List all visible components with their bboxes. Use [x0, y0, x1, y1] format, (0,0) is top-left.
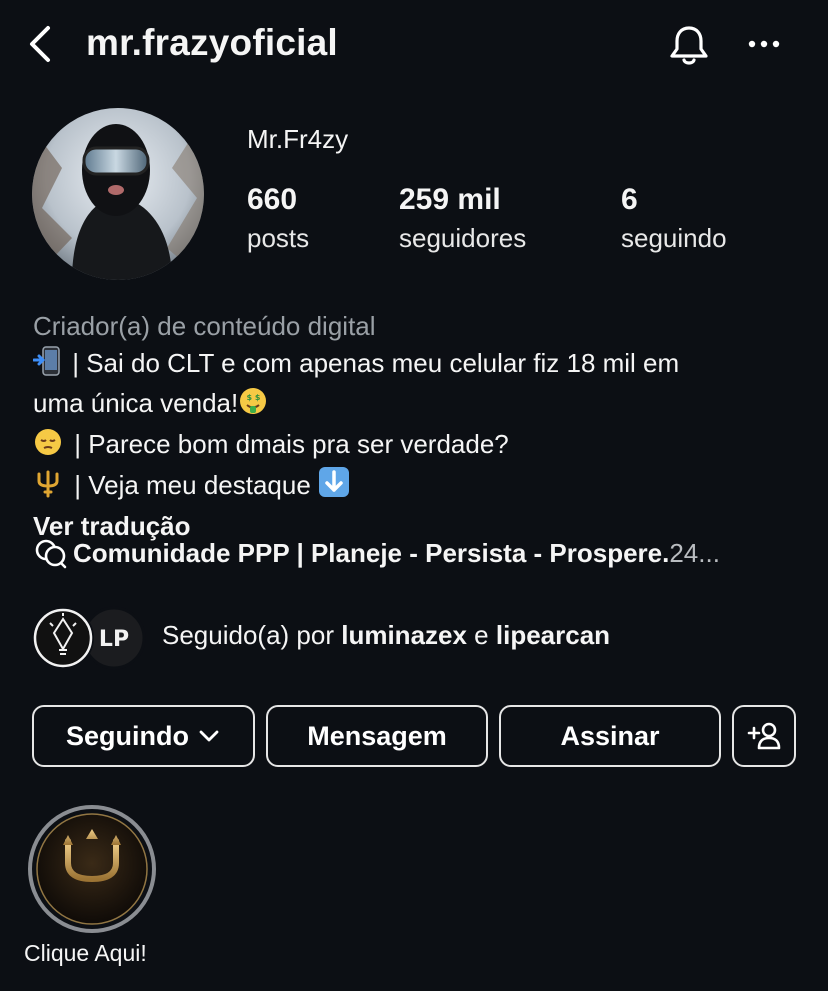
profile-avatar[interactable]: [32, 108, 204, 280]
bio-line-2: uma única venda! $ $: [33, 385, 803, 426]
mutual-avatars-graphic: LP: [32, 606, 146, 670]
phone-arrow-emoji-icon: [32, 345, 61, 386]
bio-line-1: | Sai do CLT e com apenas meu celular fi…: [32, 345, 803, 386]
following-button[interactable]: Seguindo: [32, 705, 255, 767]
profile-username: mr.frazyoficial: [86, 22, 338, 63]
bio: Criador(a) de conteúdo digital | Sai do …: [32, 308, 803, 544]
stat-label: posts: [247, 223, 310, 253]
stat-label: seguidores: [399, 223, 527, 253]
subscribe-button[interactable]: Assinar: [499, 705, 721, 767]
followed-by-text[interactable]: Seguido(a) por luminazex e lipearcan: [162, 620, 610, 651]
story-highlight[interactable]: [28, 805, 156, 933]
stat-value: 660: [247, 183, 298, 216]
stat-value: 259 mil: [399, 183, 501, 216]
bio-line-3: | Parece bom dmais pra ser verdade?: [33, 426, 803, 467]
stat-posts[interactable]: 660 posts: [247, 182, 309, 258]
down-arrow-emoji-icon: [318, 466, 350, 508]
profile-category: Criador(a) de conteúdo digital: [33, 311, 376, 341]
pensive-face-emoji-icon: [33, 427, 63, 467]
add-user-icon: [747, 722, 781, 750]
display-name: Mr.Fr4zy: [247, 124, 349, 154]
more-options-button[interactable]: [744, 22, 784, 66]
money-mouth-emoji-icon: $ $: [238, 386, 268, 426]
stat-followers[interactable]: 259 mil seguidores: [399, 182, 526, 258]
bio-line-4: | Veja meu destaque: [33, 466, 803, 508]
message-button[interactable]: Mensagem: [266, 705, 488, 767]
stat-label: seguindo: [621, 223, 727, 253]
stat-following[interactable]: 6 seguindo: [621, 182, 727, 258]
svg-text:$ $: $ $: [247, 393, 261, 402]
stat-value: 6: [621, 183, 638, 216]
notifications-button[interactable]: [666, 22, 712, 68]
mutual-followers-avatars[interactable]: LP: [32, 605, 148, 671]
chevron-down-icon: [199, 730, 219, 742]
trident-emoji-icon: [33, 468, 63, 508]
community-link[interactable]: Comunidade PPP | Planeje - Persista - Pr…: [33, 537, 803, 569]
mutual-user-1[interactable]: luminazex: [341, 620, 467, 650]
suggest-users-button[interactable]: [732, 705, 796, 767]
avatar-photo: [32, 108, 204, 280]
avatar-lipearcan-text: LP: [99, 627, 129, 652]
more-horizontal-icon: [748, 40, 780, 48]
trident-icon: [28, 805, 156, 933]
mutual-user-2[interactable]: lipearcan: [496, 620, 610, 650]
bell-icon: [670, 26, 708, 65]
threads-icon: [35, 539, 67, 569]
chevron-left-icon: [30, 26, 50, 62]
highlight-label: Clique Aqui!: [24, 940, 147, 966]
back-button[interactable]: [24, 24, 64, 64]
